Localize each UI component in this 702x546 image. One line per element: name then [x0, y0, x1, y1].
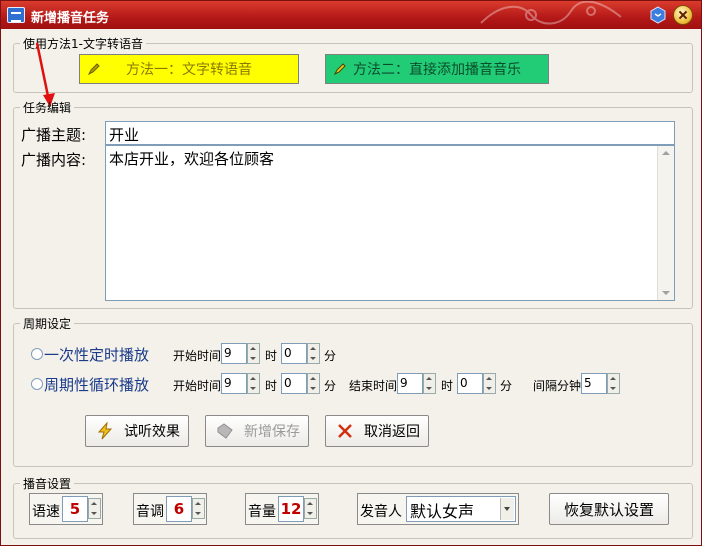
topic-input[interactable]: 开业 — [105, 121, 675, 145]
hour-unit: 时 — [265, 379, 278, 393]
cycle-end-minute-stepper[interactable] — [483, 373, 496, 394]
once-start-minute-input[interactable]: 0 — [281, 343, 307, 364]
interval-stepper[interactable] — [607, 373, 620, 394]
pitch-value[interactable]: 6 — [166, 496, 192, 522]
close-x-icon — [338, 424, 352, 438]
speed-value[interactable]: 5 — [62, 496, 88, 522]
method1-button[interactable]: 方法一：文字转语音 — [79, 54, 299, 84]
period-group-legend: 周期设定 — [23, 317, 72, 331]
cycle-end-time-label: 结束时间 — [349, 379, 398, 393]
help-icon[interactable] — [649, 6, 667, 24]
speaker-label: 发音人 — [360, 504, 402, 520]
reset-label: 恢复默认设置 — [563, 500, 654, 519]
cycle-end-hour-input[interactable]: 9 — [397, 373, 423, 394]
method2-button[interactable]: 方法二：直接添加播音音乐 — [325, 54, 549, 84]
speed-setting: 语速 5 — [29, 493, 103, 525]
cycle-label[interactable]: 周期性循环播放 — [44, 374, 149, 395]
once-radio[interactable] — [31, 348, 43, 360]
cycle-end-hour-stepper[interactable] — [423, 373, 436, 394]
volume-stepper[interactable] — [304, 498, 317, 519]
method2-label: 方法二：直接添加播音音乐 — [353, 62, 521, 78]
speaker-value: 默认女声 — [410, 502, 475, 521]
once-start-hour-stepper[interactable] — [247, 343, 260, 364]
chevron-down-icon[interactable] — [500, 498, 514, 520]
save-button[interactable]: 新增保存 — [205, 415, 309, 447]
once-label[interactable]: 一次性定时播放 — [44, 344, 149, 365]
volume-label: 音量 — [248, 504, 276, 520]
minute-unit: 分 — [324, 379, 337, 393]
cycle-start-hour-input[interactable]: 9 — [221, 373, 247, 394]
task-group-legend: 任务编辑 — [23, 101, 72, 115]
content-scrollbar[interactable] — [657, 146, 674, 300]
content-text: 本店开业，欢迎各位顾客 — [109, 150, 275, 168]
content-textarea[interactable]: 本店开业，欢迎各位顾客 — [105, 145, 675, 301]
hour-unit: 时 — [265, 349, 278, 363]
preview-button[interactable]: 试听效果 — [85, 415, 189, 447]
title-decoration-icon — [480, 1, 622, 25]
minute-unit: 分 — [324, 349, 337, 363]
speaker-select[interactable]: 默认女声 — [406, 496, 516, 522]
speed-stepper[interactable] — [88, 498, 101, 519]
cancel-button[interactable]: 取消返回 — [325, 415, 429, 447]
hour-unit: 时 — [441, 379, 454, 393]
cycle-start-time-label: 开始时间 — [173, 379, 222, 393]
speaker-setting: 发音人 默认女声 — [357, 493, 519, 525]
play-group-legend: 播音设置 — [23, 477, 72, 491]
tag-icon — [217, 423, 233, 439]
cycle-radio[interactable] — [31, 378, 43, 390]
volume-value[interactable]: 12 — [278, 496, 304, 522]
interval-label: 间隔分钟 — [533, 379, 582, 393]
pencil-icon — [333, 63, 346, 76]
once-start-time-label: 开始时间 — [173, 349, 222, 363]
lightning-icon — [97, 422, 113, 440]
pitch-setting: 音调 6 — [133, 493, 207, 525]
close-button[interactable] — [673, 5, 693, 25]
cycle-start-minute-stepper[interactable] — [307, 373, 320, 394]
window-title: 新增播音任务 — [31, 11, 110, 26]
pitch-label: 音调 — [136, 504, 164, 520]
cycle-start-hour-stepper[interactable] — [247, 373, 260, 394]
once-start-hour-input[interactable]: 9 — [221, 343, 247, 364]
app-icon — [7, 7, 25, 23]
title-bar[interactable]: 新增播音任务 — [1, 1, 701, 29]
topic-label: 广播主题: — [21, 126, 87, 144]
interval-input[interactable]: 5 — [581, 373, 607, 394]
minute-unit: 分 — [500, 379, 513, 393]
cycle-end-minute-input[interactable]: 0 — [457, 373, 483, 394]
save-label: 新增保存 — [244, 424, 300, 440]
method1-label: 方法一：文字转语音 — [126, 62, 252, 78]
volume-setting: 音量 12 — [245, 493, 319, 525]
content-label: 广播内容: — [21, 151, 87, 169]
dialog-window: 新增播音任务 使用方法1-文字转语音 方法一：文字转语音 方法二：直接添加播音音… — [0, 0, 702, 546]
pencil-icon — [87, 63, 100, 76]
cycle-start-minute-input[interactable]: 0 — [281, 373, 307, 394]
speed-label: 语速 — [32, 504, 60, 520]
once-start-minute-stepper[interactable] — [307, 343, 320, 364]
cancel-label: 取消返回 — [364, 424, 420, 440]
pitch-stepper[interactable] — [192, 498, 205, 519]
reset-defaults-button[interactable]: 恢复默认设置 — [549, 493, 669, 525]
preview-label: 试听效果 — [124, 424, 180, 440]
